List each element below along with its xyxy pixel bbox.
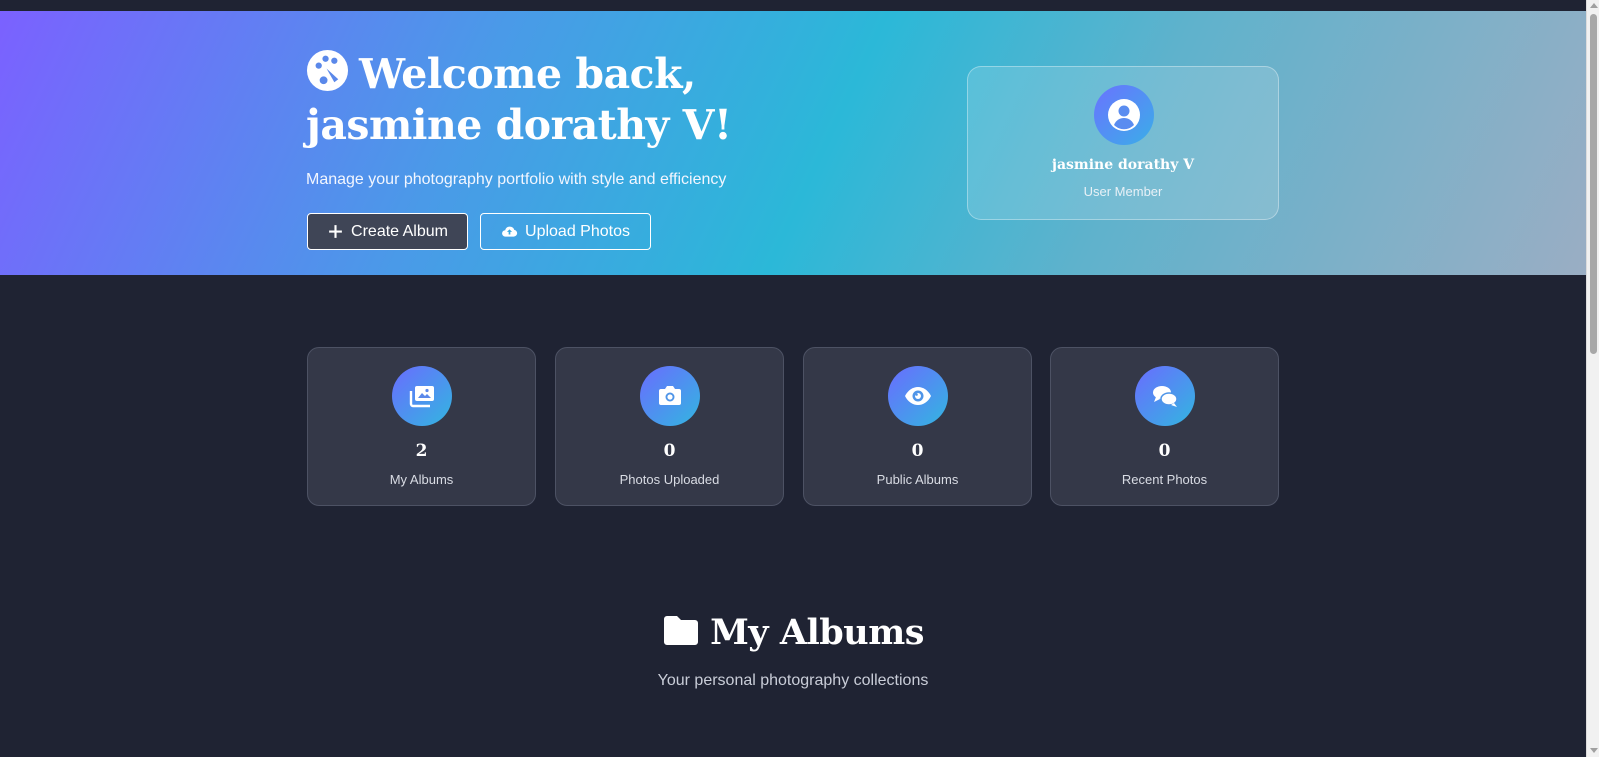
camera-icon bbox=[659, 386, 681, 405]
stat-card-my-albums: 2 My Albums bbox=[307, 347, 536, 506]
stat-value: 0 bbox=[1158, 441, 1171, 461]
stat-label: Public Albums bbox=[876, 472, 959, 487]
page-scrollbar[interactable] bbox=[1586, 0, 1599, 757]
eye-icon bbox=[905, 387, 931, 405]
scroll-down-arrow-icon[interactable] bbox=[1590, 748, 1598, 753]
top-bar bbox=[0, 0, 1586, 11]
comments-icon bbox=[1153, 386, 1178, 407]
palette-icon bbox=[306, 49, 349, 92]
stat-label: Recent Photos bbox=[1121, 472, 1208, 487]
profile-role: User Member bbox=[1083, 184, 1163, 199]
welcome-title-text: Welcome back, jasmine dorathy V! bbox=[306, 50, 732, 149]
hero-banner: Welcome back, jasmine dorathy V! Manage … bbox=[0, 11, 1586, 275]
cloud-upload-icon bbox=[502, 226, 518, 237]
scroll-thumb[interactable] bbox=[1590, 14, 1597, 354]
my-albums-title-text: My Albums bbox=[710, 612, 924, 653]
avatar bbox=[1094, 85, 1154, 145]
stat-icon-wrap bbox=[888, 366, 948, 426]
stat-card-recent-photos: 0 Recent Photos bbox=[1050, 347, 1279, 506]
stat-icon-wrap bbox=[392, 366, 452, 426]
stat-card-public-albums: 0 Public Albums bbox=[803, 347, 1032, 506]
stat-label: Photos Uploaded bbox=[619, 472, 720, 487]
upload-photos-button[interactable]: Upload Photos bbox=[480, 213, 651, 250]
images-icon bbox=[409, 386, 434, 408]
profile-card: jasmine dorathy V User Member bbox=[967, 66, 1279, 220]
profile-name: jasmine dorathy V bbox=[1051, 157, 1195, 173]
scroll-up-arrow-icon[interactable] bbox=[1590, 3, 1598, 8]
my-albums-title: My Albums bbox=[0, 612, 1586, 653]
stat-card-photos-uploaded: 0 Photos Uploaded bbox=[555, 347, 784, 506]
stat-icon-wrap bbox=[1135, 366, 1195, 426]
stat-label: My Albums bbox=[389, 472, 454, 487]
welcome-title: Welcome back, jasmine dorathy V! bbox=[306, 49, 866, 151]
create-album-label: Create Album bbox=[351, 222, 448, 240]
create-album-button[interactable]: Create Album bbox=[307, 213, 468, 250]
my-albums-subtitle: Your personal photography collections bbox=[657, 672, 929, 689]
upload-photos-label: Upload Photos bbox=[525, 222, 630, 240]
stat-value: 0 bbox=[911, 441, 924, 461]
stat-value: 2 bbox=[415, 441, 428, 461]
folder-icon bbox=[664, 616, 699, 645]
plus-icon bbox=[329, 225, 342, 238]
hero-subtitle: Manage your photography portfolio with s… bbox=[306, 171, 727, 188]
user-circle-icon bbox=[1108, 99, 1140, 131]
stat-value: 0 bbox=[663, 441, 676, 461]
stat-icon-wrap bbox=[640, 366, 700, 426]
